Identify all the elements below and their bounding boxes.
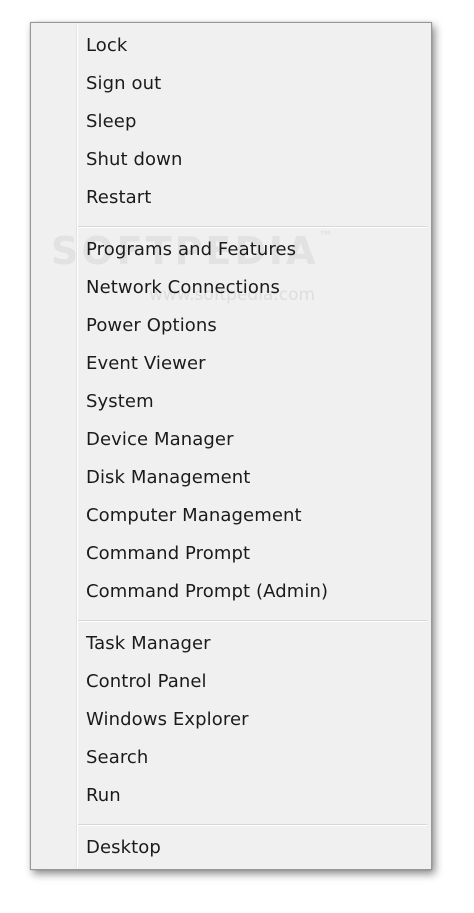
menu-separator [78, 226, 427, 228]
menu-item-restart[interactable]: Restart [86, 181, 151, 215]
screen: SOFTPEDIA™ www.softpedia.com Lock Sign o… [0, 0, 474, 913]
menu-item-sleep[interactable]: Sleep [86, 105, 137, 139]
menu-icon-gutter-divider [76, 25, 78, 867]
menu-item-sign-out[interactable]: Sign out [86, 67, 161, 101]
menu-separator [78, 824, 427, 826]
menu-item-power-options[interactable]: Power Options [86, 309, 217, 343]
menu-item-network-connections[interactable]: Network Connections [86, 271, 280, 305]
menu-item-run[interactable]: Run [86, 779, 121, 813]
menu-item-programs-and-features[interactable]: Programs and Features [86, 233, 296, 267]
menu-item-command-prompt-admin[interactable]: Command Prompt (Admin) [86, 575, 328, 609]
menu-item-system[interactable]: System [86, 385, 154, 419]
menu-item-disk-management[interactable]: Disk Management [86, 461, 250, 495]
menu-item-shut-down[interactable]: Shut down [86, 143, 183, 177]
menu-separator [78, 620, 427, 622]
menu-item-desktop[interactable]: Desktop [86, 831, 161, 865]
menu-item-computer-management[interactable]: Computer Management [86, 499, 302, 533]
menu-item-search[interactable]: Search [86, 741, 148, 775]
menu-item-task-manager[interactable]: Task Manager [86, 627, 211, 661]
menu-item-windows-explorer[interactable]: Windows Explorer [86, 703, 249, 737]
power-user-context-menu: SOFTPEDIA™ www.softpedia.com Lock Sign o… [30, 22, 432, 870]
menu-item-event-viewer[interactable]: Event Viewer [86, 347, 206, 381]
menu-item-command-prompt[interactable]: Command Prompt [86, 537, 250, 571]
menu-item-device-manager[interactable]: Device Manager [86, 423, 234, 457]
menu-item-control-panel[interactable]: Control Panel [86, 665, 207, 699]
menu-item-lock[interactable]: Lock [86, 29, 127, 63]
